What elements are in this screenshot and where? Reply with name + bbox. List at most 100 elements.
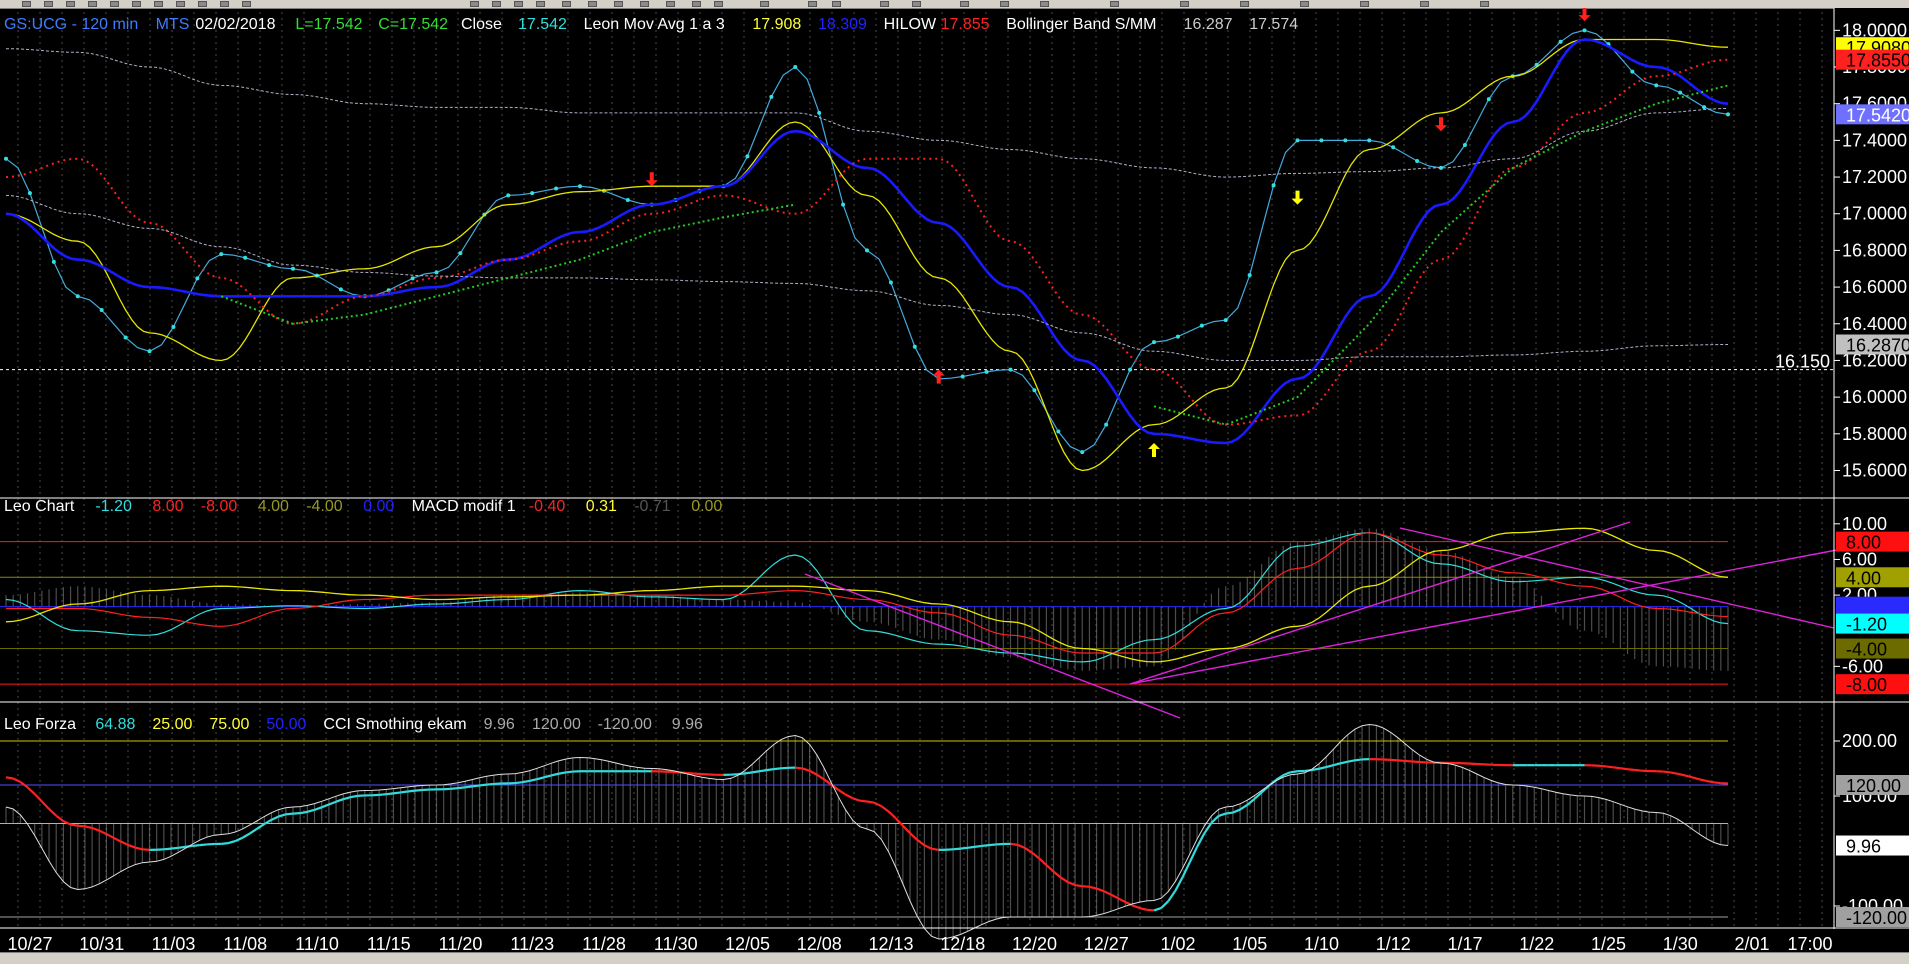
toolbar-icon[interactable] [912,1,921,7]
toolbar-icon[interactable] [176,1,185,7]
toolbar-icon[interactable] [1040,1,1049,7]
toolbar-icon[interactable] [1000,1,1009,7]
forza-segment [1011,844,1018,845]
forza-segment [1290,771,1297,772]
toolbar-icon[interactable] [242,1,251,7]
toolbar-icon[interactable] [562,1,571,7]
forza-segment [1197,834,1204,847]
forza-segment [243,833,250,837]
forza-segment [544,775,551,777]
toolbar-icon[interactable] [960,1,969,7]
panels.leo_forza.header-value: 75.00 [209,716,249,733]
toolbar-icon[interactable] [536,1,545,7]
toolbar-icon[interactable] [714,1,723,7]
forza-segment [465,786,472,787]
axis-value-tag: 8.00 [1836,532,1909,553]
toolbar-icon[interactable] [760,1,769,7]
forza-segment [1046,865,1053,872]
forza-segment [1025,848,1032,853]
time-axis-label: 11/20 [439,934,483,952]
toolbar-icon[interactable] [1300,1,1309,7]
forza-segment [343,797,350,799]
time-axis-label: 11/08 [223,934,267,952]
toolbar-icon[interactable] [1420,1,1429,7]
toolbar-icon[interactable] [1180,1,1189,7]
forza-segment [315,807,322,810]
toolbar-icon[interactable] [588,1,597,7]
forza-segment [114,838,121,842]
time-axis-label: 11/30 [654,934,698,952]
axis-value-tag-label: 4.00 [1846,568,1881,588]
toolbar-icon[interactable] [470,1,479,7]
toolbar-icon[interactable] [1240,1,1249,7]
forza-segment [480,785,487,786]
signal-arrows [646,8,1591,457]
time-axis-label: 12/05 [725,934,770,952]
axis-tick-label: 15.6000 [1842,460,1907,480]
toolbar-icon[interactable] [514,1,523,7]
forza-segment [1132,905,1139,908]
forza-segment [350,796,357,797]
axis-value-tag: -120.00 [1836,907,1909,928]
axis-value-tag-label: 17.8550 [1846,51,1909,71]
toolbar-icon[interactable] [110,1,119,7]
forza-segment [228,841,235,843]
forza-segment [537,777,544,779]
forza-segment [1348,760,1355,761]
toolbar-icon[interactable] [640,1,649,7]
forza-segment [221,843,228,844]
forza-segment [924,845,931,848]
toolbar-icon[interactable] [666,1,675,7]
forza-segment [1341,762,1348,764]
toolbar-icon[interactable] [808,1,817,7]
forza-segment [451,788,458,789]
toolbar-icon[interactable] [614,1,623,7]
forza-segment [193,845,200,846]
toolbar-icon[interactable] [198,1,207,7]
toolbar-icon[interactable] [1480,1,1489,7]
panels.leo_forza.header-value: 9.96 [484,716,515,733]
toolbar-icon[interactable] [154,1,163,7]
forza-segment [566,772,573,773]
toolbar-icon[interactable] [692,1,701,7]
forza-segment [860,801,867,802]
toolbar-icon[interactable] [832,1,841,7]
toolbar-icon[interactable] [22,1,31,7]
toolbar-icon[interactable] [1110,1,1119,7]
panels.price.header-value: 17.542 [518,16,567,33]
time-axis-label: 2/01 [1734,934,1769,952]
axis-value-tag: 9.96 [1836,836,1909,857]
panels.price.header-value: Bollinger Band S/MM [1006,16,1156,33]
toolbar-icon[interactable] [492,1,501,7]
forza-segment [1678,774,1685,776]
toolbar-icon[interactable] [88,1,97,7]
axis-value-tag: -8.00 [1836,674,1909,695]
forza-segment [472,785,479,786]
forza-segment [817,775,824,780]
forza-segment [1054,872,1061,878]
toolbar-icon[interactable] [44,1,53,7]
forza-segment [85,826,92,828]
forza-segment [286,814,293,815]
toolbar-icon[interactable] [220,1,229,7]
time-axis-label: 17:00 [1787,934,1832,952]
forza-segment [1226,813,1233,814]
forza-segment [967,847,974,848]
forza-segment [200,844,207,845]
toolbar-icon[interactable] [66,1,75,7]
forza-segment [515,782,522,783]
forza-segment [128,845,135,848]
toolbar-icon[interactable] [1360,1,1369,7]
forza-segment [164,849,171,850]
toolbar-icon[interactable] [880,1,889,7]
forza-segment [271,816,278,819]
toolbar-icon[interactable] [132,1,141,7]
time-axis-label: 12/18 [940,934,985,952]
time-axis-label: 1/22 [1519,934,1554,952]
forza-segment [142,849,149,850]
forza-segment [379,794,386,795]
forza-segment [386,793,393,794]
gridlines [18,12,1822,928]
panels.price.header-value: C=17.542 [378,16,448,33]
panels.leo_chart.header-value: 0.31 [586,498,617,515]
